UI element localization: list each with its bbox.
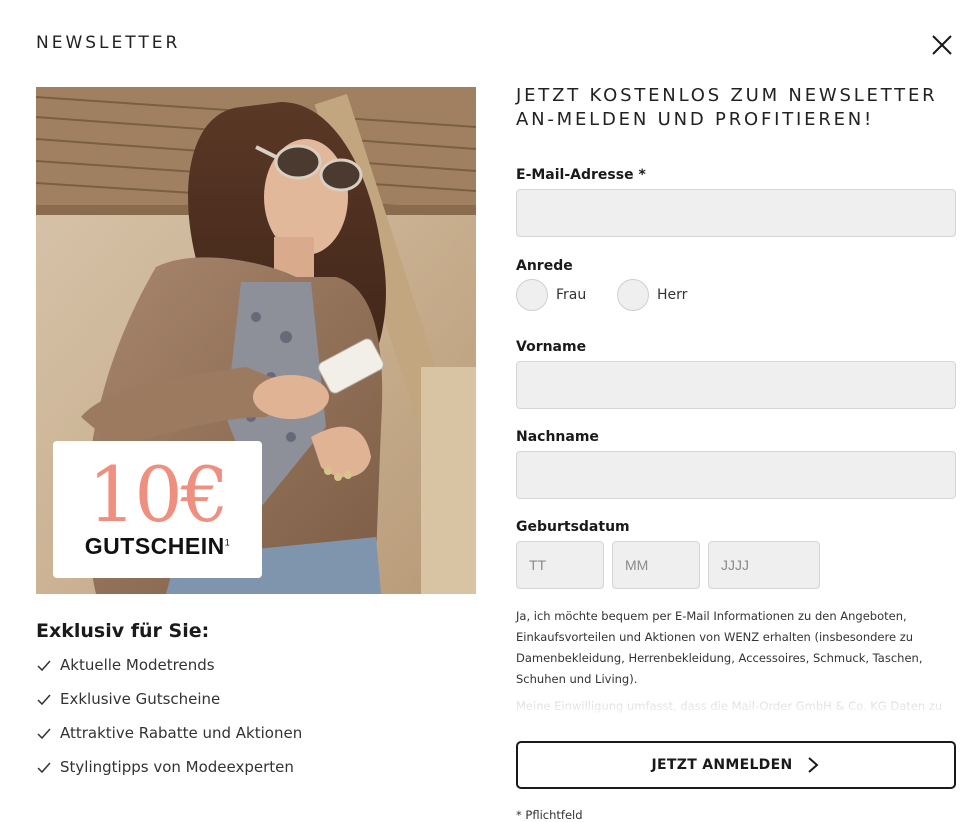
radio-button[interactable] <box>617 279 649 311</box>
required-note: * Pflichtfeld <box>516 808 583 822</box>
voucher-badge: 10€ GUTSCHEIN1 <box>53 441 262 578</box>
benefit-item: Stylingtipps von Modeexperten <box>36 758 302 792</box>
checkmark-icon <box>37 694 51 706</box>
dialog-title: NEWSLETTER <box>36 33 181 53</box>
close-button[interactable] <box>929 32 955 58</box>
benefit-text: Exklusive Gutscheine <box>60 690 221 708</box>
benefit-text: Attraktive Rabatte und Aktionen <box>60 724 303 742</box>
form-heading: JETZT KOSTENLOS ZUM NEWSLETTER AN-MELDEN… <box>516 85 938 130</box>
birthdate-month-field[interactable] <box>612 541 700 589</box>
benefits-list: Aktuelle Modetrends Exklusive Gutscheine… <box>36 656 302 792</box>
radio-button[interactable] <box>516 279 548 311</box>
benefit-item: Exklusive Gutscheine <box>36 690 302 724</box>
close-icon <box>932 35 952 55</box>
checkmark-icon <box>37 660 51 672</box>
checkmark-icon <box>37 728 51 740</box>
firstname-label: Vorname <box>516 339 587 355</box>
email-label: E-Mail-Adresse * <box>516 167 646 183</box>
email-field[interactable] <box>516 189 956 237</box>
salutation-label: Anrede <box>516 258 573 274</box>
consent-text-faded: Meine Einwilligung umfasst, dass die Mai… <box>516 696 961 726</box>
firstname-field[interactable] <box>516 361 956 409</box>
birthdate-year-field[interactable] <box>708 541 820 589</box>
checkmark-icon <box>37 762 51 774</box>
lastname-label: Nachname <box>516 429 599 445</box>
benefit-item: Aktuelle Modetrends <box>36 656 302 690</box>
benefits-heading: Exklusiv für Sie: <box>36 620 210 642</box>
salutation-option-frau[interactable]: Frau <box>516 279 586 311</box>
benefit-text: Aktuelle Modetrends <box>60 656 215 674</box>
subscribe-button-label: JETZT ANMELDEN <box>651 757 793 773</box>
salutation-option-herr[interactable]: Herr <box>617 279 687 311</box>
subscribe-button[interactable]: JETZT ANMELDEN <box>516 741 956 789</box>
lastname-field[interactable] <box>516 451 956 499</box>
birthdate-day-field[interactable] <box>516 541 604 589</box>
radio-label: Herr <box>657 287 688 303</box>
voucher-label-text: GUTSCHEIN <box>84 533 225 559</box>
voucher-amount: 10€ <box>87 450 229 539</box>
radio-label: Frau <box>556 287 587 303</box>
voucher-label: GUTSCHEIN1 <box>53 533 262 560</box>
benefit-text: Stylingtipps von Modeexperten <box>60 758 294 776</box>
birthdate-label: Geburtsdatum <box>516 519 630 535</box>
consent-text: Ja, ich möchte bequem per E-Mail Informa… <box>516 609 923 686</box>
benefit-item: Attraktive Rabatte und Aktionen <box>36 724 302 758</box>
chevron-right-icon <box>808 757 820 773</box>
voucher-footnote: 1 <box>224 537 231 548</box>
newsletter-hero-image: 10€ GUTSCHEIN1 <box>36 87 476 594</box>
